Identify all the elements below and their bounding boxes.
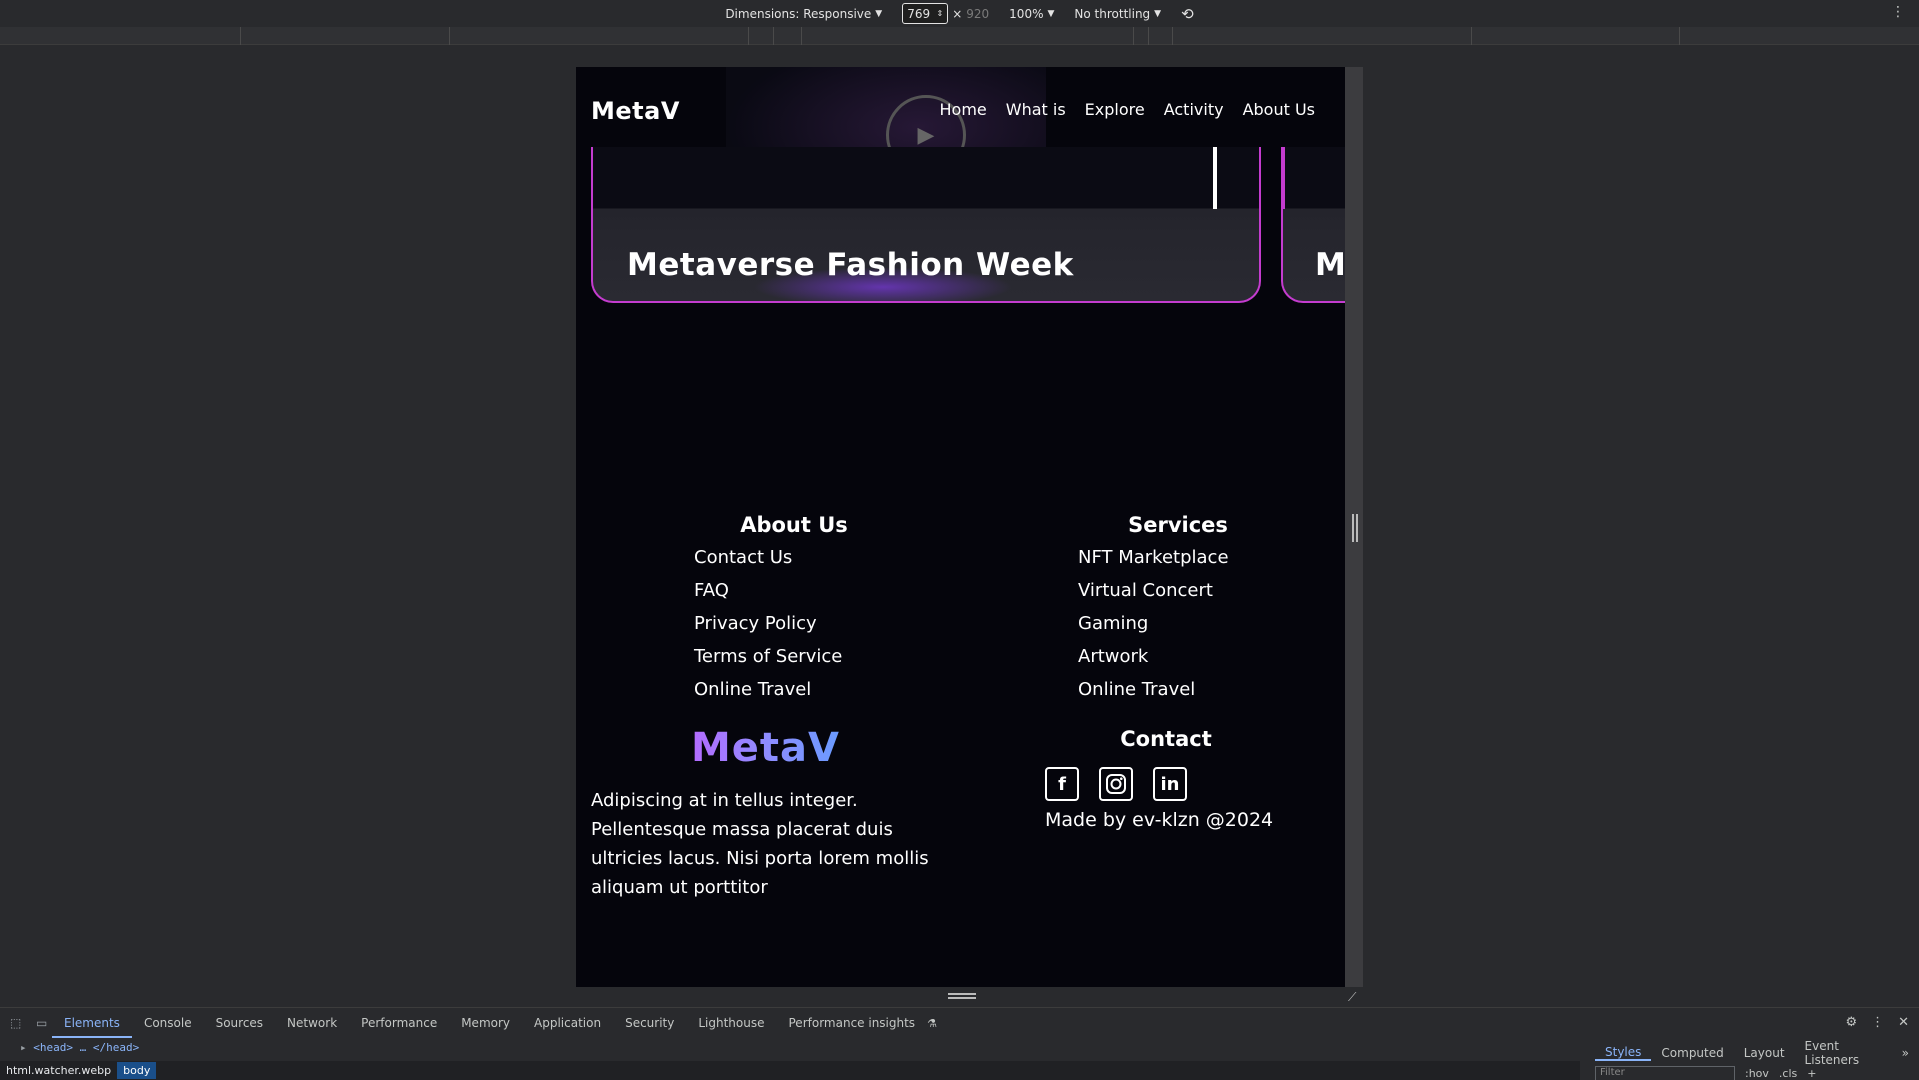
footer-link-online-travel[interactable]: Online Travel [694,673,894,706]
dom-breadcrumb: html.watcher.webp body [0,1061,1580,1080]
close-icon[interactable]: ✕ [1898,1015,1909,1030]
event-card-next[interactable]: Me [1281,147,1345,303]
footer-link-faq[interactable]: FAQ [694,574,894,607]
hov-toggle[interactable]: :hov [1745,1067,1769,1080]
footer-services-column: Services NFT Marketplace Virtual Concert… [1078,513,1278,706]
dimensions-label: Dimensions: Responsive [725,6,872,21]
footer-link-nft-marketplace[interactable]: NFT Marketplace [1078,541,1278,574]
nav-what-is[interactable]: What is [1006,100,1066,119]
tab-sources[interactable]: Sources [204,1008,275,1038]
tab-performance[interactable]: Performance [349,1008,449,1038]
cls-toggle[interactable]: .cls [1779,1067,1797,1080]
footer-blurb: Adipiscing at in tellus integer. Pellent… [591,790,929,898]
expand-triangle-icon[interactable]: ▸ [20,1041,27,1054]
zoom-select[interactable]: 100% ▼ [1009,7,1054,21]
media-query-ruler[interactable] [0,27,1919,45]
footer-link-artwork[interactable]: Artwork [1078,640,1278,673]
footer-link-privacy-policy[interactable]: Privacy Policy [694,607,894,640]
inspect-element-icon[interactable]: ⬚ [10,1016,26,1030]
tab-styles[interactable]: Styles [1595,1045,1652,1061]
site-nav: MetaV Home What is Explore Activity Abou… [576,67,1345,157]
more-tabs-icon[interactable]: » [1892,1046,1919,1060]
width-resize-handle[interactable] [1352,514,1358,542]
rotate-icon: ⟲ [1181,4,1194,23]
chevron-down-icon: ▼ [875,8,883,19]
tab-console[interactable]: Console [132,1008,204,1038]
facebook-icon[interactable]: f [1045,767,1079,801]
footer-link-online-travel-service[interactable]: Online Travel [1078,673,1278,706]
more-options-icon[interactable]: ⋮ [1871,1015,1884,1030]
instagram-icon[interactable] [1099,767,1133,801]
settings-icon[interactable]: ⚙ [1845,1015,1857,1030]
dimensions-select[interactable]: Dimensions: Responsive ▼ [725,7,882,21]
nav-activity[interactable]: Activity [1164,100,1224,119]
tab-network[interactable]: Network [275,1008,349,1038]
social-links: f in [1045,767,1187,801]
tab-computed[interactable]: Computed [1651,1046,1733,1060]
throttling-select[interactable]: No throttling ▼ [1074,7,1161,21]
event-card-next-title: Me [1315,247,1345,283]
footer-about-column: About Us Contact Us FAQ Privacy Policy T… [694,513,894,706]
footer-link-terms-of-service[interactable]: Terms of Service [694,640,894,673]
tab-security[interactable]: Security [613,1008,686,1038]
device-toggle-icon[interactable]: ▭ [36,1016,52,1030]
breadcrumb-body[interactable]: body [117,1062,157,1079]
linkedin-icon[interactable]: in [1153,767,1187,801]
tab-layout[interactable]: Layout [1734,1046,1795,1060]
footer-brand-logo: MetaV [691,725,841,771]
more-options-icon[interactable]: ⋮ [1891,4,1905,20]
styles-filter-input[interactable]: Filter [1595,1066,1735,1080]
corner-resize-icon[interactable]: ⟋ [1348,990,1362,1004]
flask-icon: ⚗ [927,1016,937,1030]
footer-link-virtual-concert[interactable]: Virtual Concert [1078,574,1278,607]
rotate-button[interactable]: ⟲ [1181,5,1194,23]
event-card-title: Metaverse Fashion Week [627,247,1074,283]
footer-about-title: About Us [740,513,848,537]
footer-link-gaming[interactable]: Gaming [1078,607,1278,640]
height-input[interactable]: 920 [966,7,989,21]
times-icon: × [952,6,963,21]
devtools-panel: ⬚ ▭ Elements Console Sources Network Per… [0,1007,1919,1080]
footer-contact-title: Contact [1120,727,1212,751]
page-viewport: ▶ Metaverse Fashion Week Me MetaV Home W… [576,67,1345,987]
chevron-down-icon: ▼ [1047,8,1055,19]
device-toolbar: Dimensions: Responsive ▼ 769 ⇕ × 920 100… [0,0,1919,27]
height-resize-handle[interactable] [948,993,976,999]
chevron-down-icon: ▼ [1154,8,1162,19]
footer-credit: Made by ev-klzn @2024 [1045,809,1274,831]
tab-elements[interactable]: Elements [52,1008,132,1038]
nav-explore[interactable]: Explore [1085,100,1145,119]
footer-services-title: Services [1128,513,1228,537]
breadcrumb-html[interactable]: html.watcher.webp [0,1064,117,1077]
nav-home[interactable]: Home [940,100,987,119]
tab-application[interactable]: Application [522,1008,613,1038]
width-input[interactable]: 769 ⇕ [902,3,949,24]
event-card[interactable]: Metaverse Fashion Week [591,147,1261,303]
tab-lighthouse[interactable]: Lighthouse [686,1008,776,1038]
tab-performance-insights[interactable]: Performance insights [777,1008,928,1038]
tab-event-listeners[interactable]: Event Listeners [1795,1039,1892,1067]
add-rule-icon[interactable]: + [1807,1067,1816,1080]
spinner-icon: ⇕ [936,9,944,18]
site-logo[interactable]: MetaV [591,97,680,125]
nav-about-us[interactable]: About Us [1243,100,1315,119]
tab-memory[interactable]: Memory [449,1008,522,1038]
footer-link-contact-us[interactable]: Contact Us [694,541,894,574]
styles-pane-tabs: Styles Computed Layout Event Listeners » [1595,1039,1919,1067]
styles-filter-bar: Filter :hov .cls + [1595,1066,1919,1080]
dom-tree-line[interactable]: ▸ <head> … </head> [20,1041,139,1054]
